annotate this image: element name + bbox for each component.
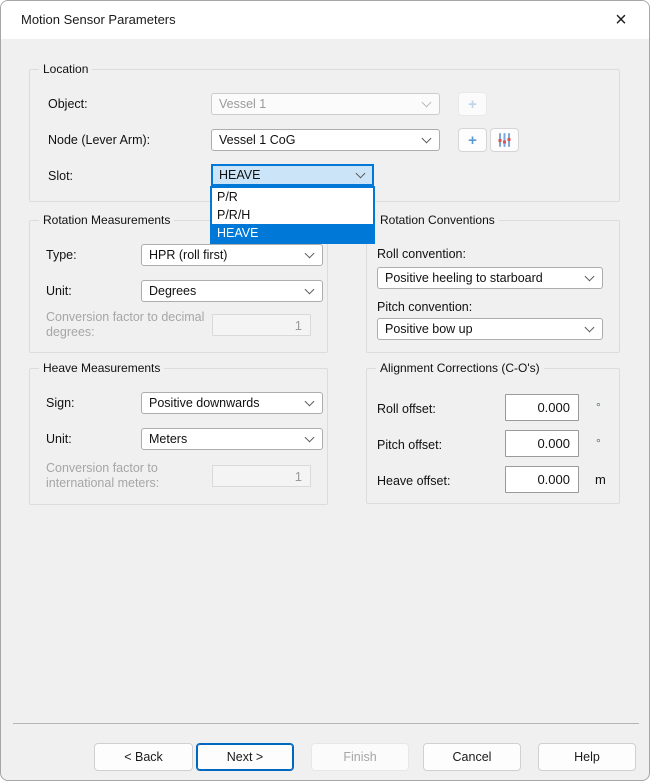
rotation-conversion-label: Conversion factor to decimal degrees: — [46, 310, 206, 340]
add-icon: + — [468, 133, 477, 148]
heave-conversion-label: Conversion factor to international meter… — [46, 461, 206, 491]
dialog-title: Motion Sensor Parameters — [21, 1, 176, 39]
rotation-conventions-group-title: Rotation Conventions — [376, 213, 499, 227]
heave-offset-unit: m — [595, 472, 606, 487]
heave-sign-label: Sign: — [46, 396, 75, 410]
rotation-conversion-input — [212, 314, 311, 336]
node-properties-button[interactable] — [490, 128, 519, 152]
roll-offset-label: Roll offset: — [377, 402, 436, 416]
rotation-type-combobox[interactable]: HPR (roll first) — [141, 244, 323, 266]
help-button[interactable]: Help — [538, 743, 636, 771]
rotation-unit-combobox-value: Degrees — [149, 284, 196, 298]
heave-sign-combobox-value: Positive downwards — [149, 396, 259, 410]
chevron-down-icon — [422, 134, 432, 144]
dropdown-option-prh[interactable]: P/R/H — [212, 206, 373, 224]
node-combobox[interactable]: Vessel 1 CoG — [211, 129, 440, 151]
pitch-convention-combobox[interactable]: Positive bow up — [377, 318, 603, 340]
roll-convention-label: Roll convention: — [377, 247, 466, 261]
slot-combobox[interactable]: HEAVE — [211, 164, 374, 186]
finish-button: Finish — [311, 743, 409, 771]
chevron-down-icon — [422, 98, 432, 108]
pitch-convention-label: Pitch convention: — [377, 300, 472, 314]
rotation-type-label: Type: — [46, 248, 77, 262]
object-label: Object: — [48, 97, 88, 111]
dropdown-option-heave[interactable]: HEAVE — [212, 224, 373, 242]
pitch-offset-label: Pitch offset: — [377, 438, 442, 452]
add-object-button: + — [458, 92, 487, 116]
slot-label: Slot: — [48, 169, 73, 183]
roll-convention-combobox[interactable]: Positive heeling to starboard — [377, 267, 603, 289]
dropdown-option-pr[interactable]: P/R — [212, 188, 373, 206]
object-combobox: Vessel 1 — [211, 93, 440, 115]
pitch-offset-unit: ° — [596, 436, 601, 450]
chevron-down-icon — [585, 323, 595, 333]
heave-sign-combobox[interactable]: Positive downwards — [141, 392, 323, 414]
roll-offset-unit: ° — [596, 400, 601, 414]
slot-dropdown-list: P/R P/R/H HEAVE — [210, 186, 375, 244]
back-button[interactable]: < Back — [94, 743, 193, 771]
rotation-measurements-group-title: Rotation Measurements — [39, 213, 174, 227]
heave-unit-combobox[interactable]: Meters — [141, 428, 323, 450]
node-label: Node (Lever Arm): — [48, 133, 150, 147]
rotation-type-combobox-value: HPR (roll first) — [149, 248, 227, 262]
chevron-down-icon — [585, 272, 595, 282]
rotation-unit-label: Unit: — [46, 284, 72, 298]
node-combobox-value: Vessel 1 CoG — [219, 133, 295, 147]
adjust-sliders-icon — [497, 133, 512, 147]
roll-offset-input[interactable] — [505, 394, 579, 421]
chevron-down-icon — [305, 249, 315, 259]
heave-measurements-group-title: Heave Measurements — [39, 361, 164, 375]
heave-unit-label: Unit: — [46, 432, 72, 446]
pitch-convention-combobox-value: Positive bow up — [385, 322, 473, 336]
pitch-offset-input[interactable] — [505, 430, 579, 457]
title-bar: Motion Sensor Parameters × — [1, 1, 649, 39]
add-icon: + — [468, 97, 477, 112]
add-node-button[interactable]: + — [458, 128, 487, 152]
chevron-down-icon — [305, 433, 315, 443]
heave-unit-combobox-value: Meters — [149, 432, 187, 446]
bottom-separator — [13, 723, 639, 724]
chevron-down-icon — [305, 397, 315, 407]
chevron-down-icon — [356, 169, 366, 179]
roll-convention-combobox-value: Positive heeling to starboard — [385, 271, 543, 285]
heave-offset-input[interactable] — [505, 466, 579, 493]
chevron-down-icon — [305, 285, 315, 295]
heave-offset-label: Heave offset: — [377, 474, 450, 488]
cancel-button[interactable]: Cancel — [423, 743, 521, 771]
object-combobox-value: Vessel 1 — [219, 97, 266, 111]
heave-conversion-input — [212, 465, 311, 487]
next-button[interactable]: Next > — [196, 743, 294, 771]
motion-sensor-parameters-dialog: Motion Sensor Parameters × Location Obje… — [0, 0, 650, 781]
close-icon[interactable]: × — [603, 5, 639, 35]
alignment-corrections-group-title: Alignment Corrections (C-O's) — [376, 361, 544, 375]
location-group-title: Location — [39, 62, 92, 76]
slot-combobox-value: HEAVE — [219, 168, 260, 182]
rotation-unit-combobox[interactable]: Degrees — [141, 280, 323, 302]
